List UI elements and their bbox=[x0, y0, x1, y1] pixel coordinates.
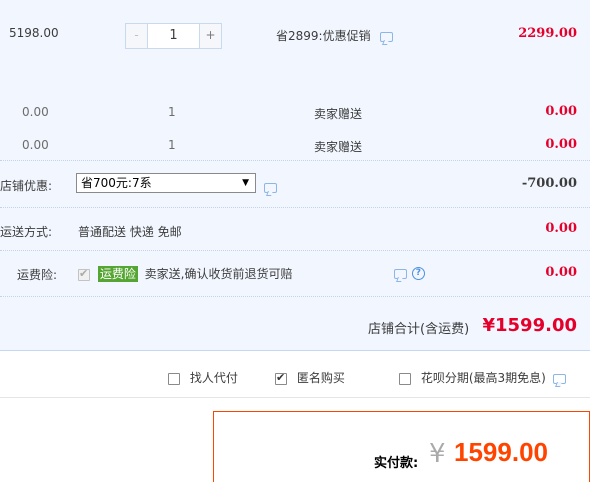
installment-checkbox[interactable] bbox=[399, 372, 411, 385]
proxy-pay-option[interactable]: 找人代付 bbox=[168, 369, 238, 386]
quantity-increase-button[interactable]: + bbox=[199, 24, 221, 48]
promotion-text: 省2899:优惠促销 bbox=[276, 29, 371, 43]
divider bbox=[0, 296, 590, 297]
payment-summary: 实付款: ¥ 1599.00 bbox=[213, 411, 590, 482]
shipping-amount: 0.00 bbox=[545, 221, 577, 236]
insurance-option: 运费险 卖家送,确认收货前退货可赔 bbox=[78, 265, 293, 282]
payment-amount: 1599.00 bbox=[454, 437, 548, 467]
installment-label: 花呗分期(最高3期免息) bbox=[420, 371, 546, 385]
insurance-icons: ? bbox=[394, 266, 425, 280]
installment-chat-icon[interactable] bbox=[552, 373, 566, 384]
shop-total-amount: ¥1599.00 bbox=[482, 315, 577, 336]
promotion-chat-icon[interactable] bbox=[380, 31, 394, 42]
payment-label: 实付款: bbox=[374, 456, 419, 471]
help-icon[interactable]: ? bbox=[411, 267, 425, 280]
insurance-amount: 0.00 bbox=[545, 265, 577, 280]
anonymous-label: 匿名购买 bbox=[296, 371, 345, 385]
quantity-decrease-button[interactable]: - bbox=[126, 24, 148, 48]
divider bbox=[0, 250, 590, 251]
insurance-label: 运费险: bbox=[17, 268, 58, 282]
shop-discount-selected: 省700元:7系 bbox=[81, 176, 152, 190]
proxy-pay-label: 找人代付 bbox=[189, 371, 238, 385]
insurance-desc: 卖家送,确认收货前退货可赔 bbox=[144, 267, 293, 281]
quantity-stepper[interactable]: - 1 + bbox=[125, 23, 222, 49]
payment-currency: ¥ bbox=[429, 439, 446, 469]
divider bbox=[0, 207, 590, 208]
unit-price: 5198.00 bbox=[9, 26, 59, 40]
shipping-method: 普通配送 快递 免邮 bbox=[78, 225, 182, 239]
insurance-chat-icon[interactable] bbox=[394, 268, 407, 279]
shipping-label: 运送方式: bbox=[0, 225, 53, 239]
gift-price: 0.00 bbox=[22, 105, 49, 119]
anonymous-option[interactable]: 匿名购买 bbox=[275, 369, 345, 386]
gift-label: 卖家赠送 bbox=[314, 107, 363, 121]
proxy-pay-checkbox[interactable] bbox=[168, 372, 180, 385]
divider bbox=[0, 397, 590, 398]
installment-option[interactable]: 花呗分期(最高3期免息) bbox=[399, 369, 566, 386]
divider bbox=[0, 160, 590, 161]
quantity-input[interactable]: 1 bbox=[148, 24, 199, 48]
shop-discount-label: 店铺优惠: bbox=[0, 179, 53, 193]
gift-subtotal: 0.00 bbox=[545, 104, 577, 119]
dropdown-arrow-icon: ▼ bbox=[242, 178, 249, 188]
gift-price: 0.00 bbox=[22, 138, 49, 152]
shop-discount-chat-icon[interactable] bbox=[264, 182, 277, 193]
gift-qty: 1 bbox=[168, 138, 176, 152]
gift-qty: 1 bbox=[168, 105, 176, 119]
item-subtotal: 2299.00 bbox=[518, 26, 577, 41]
shop-total-label: 店铺合计(含运费) bbox=[368, 322, 470, 337]
insurance-tag: 运费险 bbox=[97, 266, 138, 282]
gift-label: 卖家赠送 bbox=[314, 140, 363, 154]
anonymous-checkbox[interactable] bbox=[275, 371, 287, 385]
shop-discount-amount: -700.00 bbox=[521, 176, 577, 191]
gift-subtotal: 0.00 bbox=[545, 137, 577, 152]
promotion-info: 省2899:优惠促销 bbox=[276, 27, 394, 44]
insurance-checkbox bbox=[78, 267, 90, 281]
shop-discount-select[interactable]: 省700元:7系 ▼ bbox=[76, 173, 256, 193]
